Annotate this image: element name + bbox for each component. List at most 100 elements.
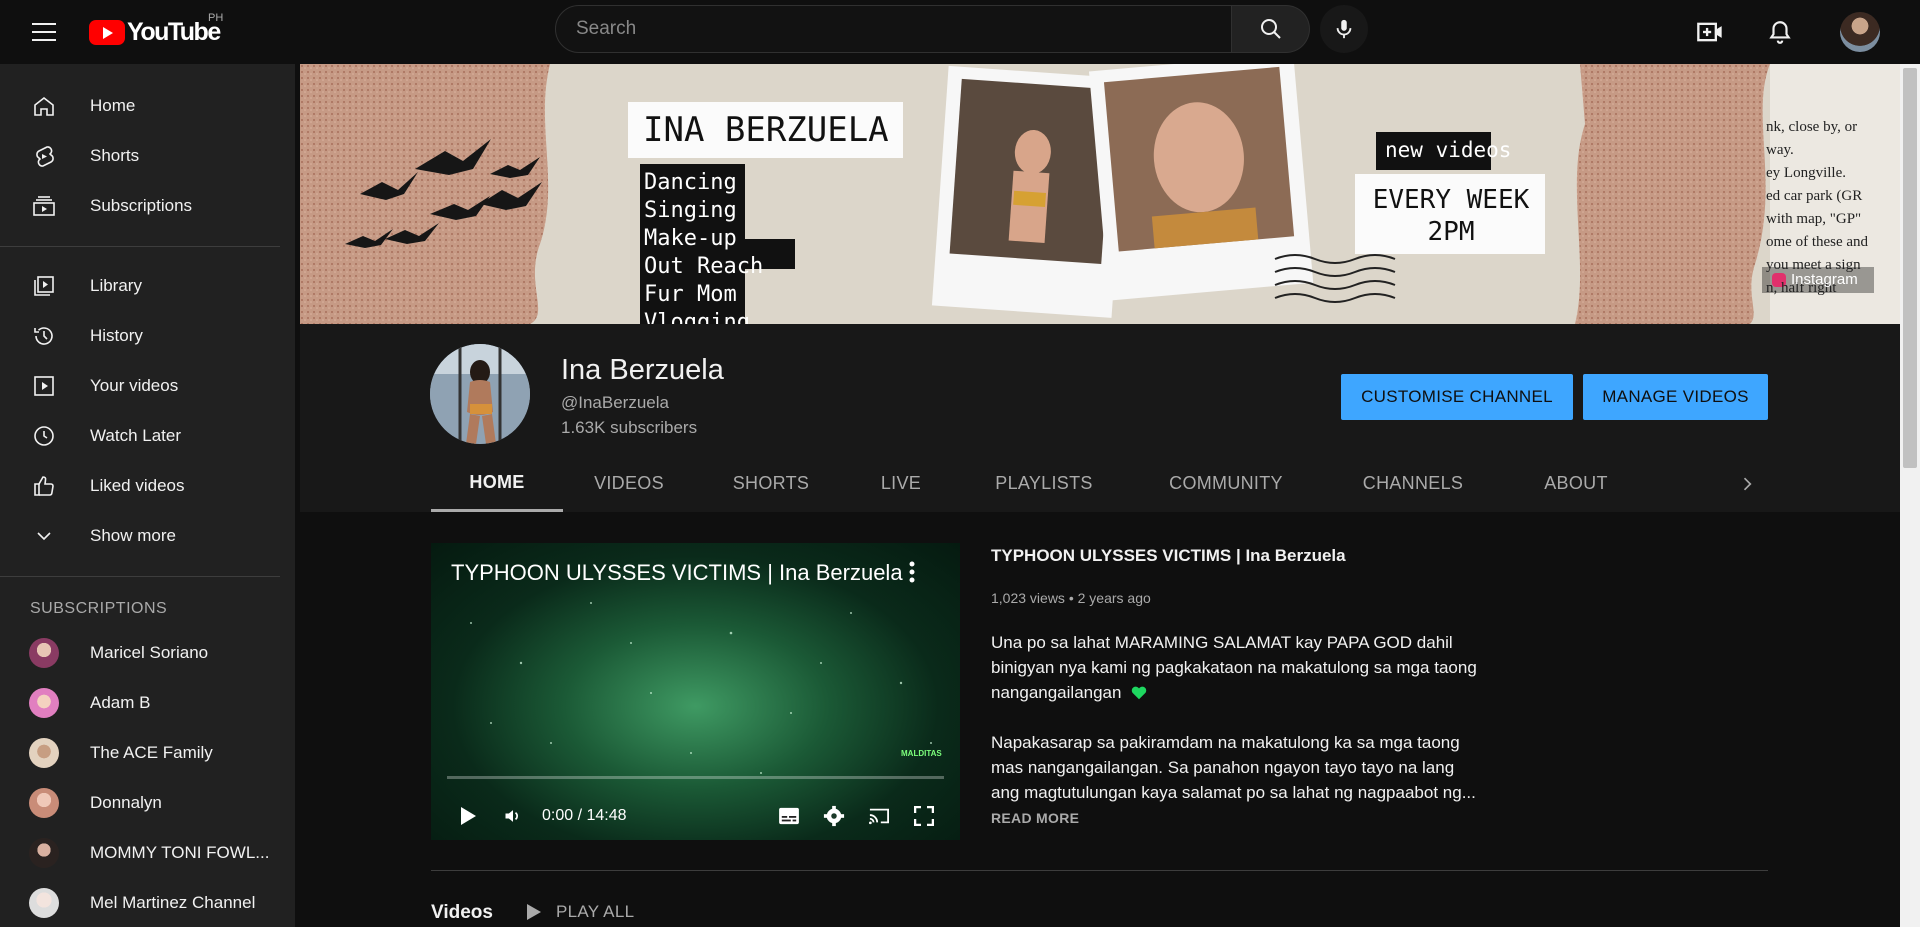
subtitles-icon[interactable]: [774, 801, 804, 831]
sidebar-divider: [0, 576, 280, 577]
green-heart-icon: [1131, 686, 1147, 700]
sidebar: Home Shorts Subscriptions Library Histor…: [0, 64, 295, 927]
section-divider: [431, 870, 1768, 871]
history-icon: [30, 322, 58, 350]
newspaper-line: way.: [1766, 142, 1794, 158]
create-button[interactable]: [1690, 12, 1730, 52]
banner-schedule-line: EVERY WEEK: [1372, 185, 1530, 215]
subscriptions-icon: [30, 192, 58, 220]
channel-avatar: [29, 688, 59, 718]
sidebar-item-label: Show more: [90, 526, 176, 545]
play-icon: [527, 904, 541, 920]
banner-schedule-line: 2PM: [1427, 217, 1475, 247]
create-video-icon: [1697, 22, 1722, 42]
subscription-item[interactable]: Maricel Soriano: [0, 628, 280, 678]
your-videos-icon: [30, 372, 58, 400]
library-icon: [30, 272, 58, 300]
youtube-logo[interactable]: YouTube PH: [89, 12, 223, 47]
more-vert-icon[interactable]: [908, 561, 916, 588]
sidebar-item-library[interactable]: Library: [0, 261, 280, 311]
menu-icon[interactable]: [28, 16, 60, 48]
sidebar-item-watch-later[interactable]: Watch Later: [0, 411, 280, 461]
top-right-actions: [1690, 12, 1880, 52]
banner-topic: Make-up: [644, 226, 737, 251]
sidebar-item-label: Shorts: [90, 146, 140, 165]
sidebar-item-history[interactable]: History: [0, 311, 280, 361]
subscription-item[interactable]: Mel Martinez Channel: [0, 878, 280, 927]
cast-icon[interactable]: [864, 801, 894, 831]
banner-schedule: EVERY WEEK 2PM: [1366, 184, 1536, 248]
featured-video-player[interactable]: TYPHOON ULYSSES VICTIMS | Ina Berzuela M…: [431, 543, 960, 840]
sidebar-item-home[interactable]: Home: [0, 81, 280, 131]
fullscreen-icon[interactable]: [909, 801, 939, 831]
logo-text: YouTube: [127, 18, 221, 46]
search-bar: [555, 5, 1368, 53]
channel-name: Ina Berzuela: [561, 354, 724, 386]
instagram-link[interactable]: Instagram: [1791, 271, 1858, 288]
sidebar-item-label: Home: [90, 96, 136, 115]
search-button[interactable]: [1232, 5, 1310, 53]
search-input[interactable]: [576, 18, 1231, 40]
tab-videos[interactable]: VIDEOS: [579, 455, 679, 512]
sidebar-item-shorts[interactable]: Shorts: [0, 131, 280, 181]
tab-shorts[interactable]: SHORTS: [715, 455, 827, 512]
liked-videos-icon: [30, 472, 58, 500]
channel-avatar[interactable]: [430, 344, 530, 444]
account-avatar[interactable]: [1840, 12, 1880, 52]
youtube-play-icon: [89, 20, 125, 45]
videos-section-title[interactable]: Videos: [431, 902, 493, 924]
notifications-button[interactable]: [1760, 12, 1800, 52]
sidebar-item-liked-videos[interactable]: Liked videos: [0, 461, 280, 511]
voice-search-button[interactable]: [1320, 5, 1368, 53]
sidebar-item-your-videos[interactable]: Your videos: [0, 361, 280, 411]
sidebar-divider: [0, 246, 280, 247]
subscription-item[interactable]: The ACE Family: [0, 728, 280, 778]
microphone-icon: [1336, 19, 1352, 39]
scrollbar-thumb[interactable]: [1903, 68, 1917, 468]
customise-channel-button[interactable]: CUSTOMISE CHANNEL: [1341, 374, 1573, 420]
featured-video-meta: 1,023 views • 2 years ago: [991, 590, 1151, 606]
channel-avatar: [29, 838, 59, 868]
subscription-item[interactable]: Adam B: [0, 678, 280, 728]
banner-topics: Dancing Singing Make-up Out Reach Fur Mo…: [644, 169, 763, 324]
featured-description-line: nangangailangan: [991, 680, 1148, 705]
settings-gear-icon[interactable]: [819, 801, 849, 831]
subscription-label: Maricel Soriano: [90, 643, 209, 662]
read-more-link[interactable]: READ MORE: [991, 810, 1079, 826]
newspaper-line: ome of these and: [1766, 234, 1869, 250]
tab-home[interactable]: HOME: [431, 455, 563, 512]
watch-later-icon: [30, 422, 58, 450]
banner-topic: Out Reach: [644, 254, 764, 279]
sidebar-item-show-more[interactable]: Show more: [0, 511, 280, 561]
sidebar-item-label: Subscriptions: [90, 196, 193, 215]
play-all-label: PLAY ALL: [556, 902, 635, 921]
sidebar-item-subscriptions[interactable]: Subscriptions: [0, 181, 280, 231]
featured-description-line: mas nangangailangan. Sa panahon ngayon t…: [991, 758, 1455, 777]
channel-avatar-image: [430, 344, 530, 444]
tab-channels[interactable]: CHANNELS: [1343, 455, 1483, 512]
sidebar-item-label: Watch Later: [90, 426, 182, 445]
play-all-button[interactable]: PLAY ALL: [526, 902, 634, 922]
tab-about[interactable]: ABOUT: [1521, 455, 1631, 512]
play-icon[interactable]: [453, 801, 483, 831]
sidebar-item-label: Liked videos: [90, 476, 185, 495]
newspaper-line: with map, "GP": [1766, 211, 1862, 227]
featured-video-title[interactable]: TYPHOON ULYSSES VICTIMS | Ina Berzuela: [991, 546, 1346, 566]
subscription-label: Adam B: [90, 693, 151, 712]
tab-live[interactable]: LIVE: [861, 455, 941, 512]
subscription-label: Donnalyn: [90, 793, 162, 812]
top-bar: YouTube PH: [0, 0, 1900, 64]
subscription-item[interactable]: Donnalyn: [0, 778, 280, 828]
banner-topic: Vlogging: [644, 310, 750, 324]
manage-videos-button[interactable]: MANAGE VIDEOS: [1583, 374, 1768, 420]
featured-description-line: Una po sa lahat MARAMING SALAMAT kay PAP…: [991, 633, 1453, 652]
shorts-icon: [30, 142, 58, 170]
sidebar-item-label: Library: [90, 276, 142, 295]
volume-icon[interactable]: [498, 801, 528, 831]
tab-community[interactable]: COMMUNITY: [1146, 455, 1306, 512]
subscription-item[interactable]: MOMMY TONI FOWL...: [0, 828, 280, 878]
video-progress-bar[interactable]: [447, 776, 944, 779]
tabs-next-button[interactable]: [1727, 455, 1767, 512]
subscription-label: MOMMY TONI FOWL...: [90, 843, 270, 862]
tab-playlists[interactable]: PLAYLISTS: [979, 455, 1109, 512]
